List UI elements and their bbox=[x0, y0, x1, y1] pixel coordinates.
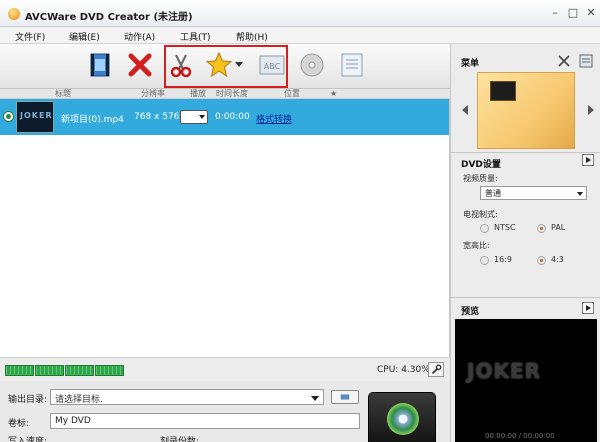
menu-header: 菜单 bbox=[461, 59, 480, 69]
video-thumbnail: JOKER bbox=[16, 101, 54, 133]
output-dir-value: 请选择目标. bbox=[55, 395, 103, 405]
preview-header: 预览 bbox=[461, 307, 480, 317]
dvd-settings-toggle[interactable] bbox=[582, 154, 594, 166]
col-star[interactable]: ★ bbox=[330, 89, 337, 99]
prev-menu-arrow[interactable] bbox=[462, 105, 468, 115]
delete-icon[interactable] bbox=[126, 51, 154, 79]
status-bar: CPU: 4.30% bbox=[0, 357, 450, 381]
capacity-segment bbox=[65, 365, 94, 376]
menu-template-preview[interactable] bbox=[477, 72, 575, 149]
file-list: JOKER 新项目(0).mp4 768 x 576 0:00:00 格式转换 bbox=[0, 99, 450, 357]
aspect-16-9-radio[interactable] bbox=[480, 256, 489, 265]
thumbnail-text: JOKER bbox=[20, 111, 53, 120]
next-menu-arrow[interactable] bbox=[588, 105, 594, 115]
ntsc-label: NTSC bbox=[494, 223, 516, 232]
burn-button[interactable] bbox=[368, 392, 436, 442]
volume-input[interactable]: My DVD bbox=[50, 413, 360, 429]
app-logo-icon bbox=[8, 8, 20, 20]
divider bbox=[451, 152, 600, 153]
preview-time: 00:00:00 / 00:00:00 bbox=[485, 432, 555, 440]
dvd-settings-header: DVD设置 bbox=[461, 160, 501, 170]
right-panel: 菜单 DVD设置 视频质量: 普通 电视制式: NTSC PAL 宽高比: 16… bbox=[450, 44, 600, 442]
pal-radio[interactable] bbox=[537, 224, 546, 233]
file-resolution: 768 x 576 bbox=[134, 112, 180, 122]
maximize-button[interactable]: □ bbox=[566, 6, 580, 20]
capacity-segment bbox=[35, 365, 64, 376]
add-video-icon[interactable] bbox=[86, 51, 114, 79]
title-bar: AVCWare DVD Creator (未注册) – □ ✕ bbox=[0, 0, 600, 27]
ntsc-radio[interactable] bbox=[480, 224, 489, 233]
output-dir-label: 输出目录: bbox=[8, 395, 48, 405]
copies-label: 刻录份数: bbox=[160, 437, 200, 442]
burn-disc-icon bbox=[387, 403, 419, 435]
file-name: 新项目(0).mp4 bbox=[61, 115, 124, 125]
divider bbox=[451, 297, 600, 298]
aspect-ratio-label: 宽高比: bbox=[463, 241, 490, 250]
table-row[interactable]: JOKER 新项目(0).mp4 768 x 576 0:00:00 格式转换 bbox=[0, 99, 449, 135]
menu-edit[interactable]: 编辑(E) bbox=[69, 30, 100, 43]
star-effect-icon[interactable] bbox=[205, 51, 233, 79]
tv-standard-label: 电视制式: bbox=[463, 210, 498, 219]
scissors-icon[interactable] bbox=[167, 51, 195, 79]
col-subtitle[interactable]: 播放 bbox=[190, 89, 206, 99]
chapter-icon[interactable] bbox=[338, 51, 366, 79]
close-button[interactable]: ✕ bbox=[584, 6, 598, 20]
video-quality-select[interactable]: 普通 bbox=[480, 186, 587, 200]
volume-label: 卷标: bbox=[8, 419, 30, 429]
column-header: 标题 分辨率 播放 时间长度 位置 ★ bbox=[0, 89, 450, 99]
convert-format-link[interactable]: 格式转换 bbox=[256, 112, 292, 125]
menu-tools-icon[interactable] bbox=[557, 54, 571, 68]
capacity-segment bbox=[5, 365, 34, 376]
menu-tools[interactable]: 工具(T) bbox=[180, 30, 211, 43]
video-quality-label: 视频质量: bbox=[463, 174, 498, 183]
aspect-4-3-label: 4:3 bbox=[551, 255, 564, 264]
menu-help[interactable]: 帮助(H) bbox=[236, 30, 268, 43]
col-position[interactable]: 位置 bbox=[284, 89, 300, 99]
menu-file[interactable]: 文件(F) bbox=[15, 30, 45, 43]
chevron-down-icon[interactable] bbox=[233, 51, 245, 79]
aspect-16-9-label: 16:9 bbox=[494, 255, 512, 264]
svg-text:ABC: ABC bbox=[264, 62, 281, 71]
write-speed-label: 写入速度: bbox=[8, 437, 48, 442]
preview-play-button[interactable] bbox=[582, 302, 594, 314]
preview-frame-text: JOKER bbox=[467, 359, 542, 383]
chevron-down-icon bbox=[577, 192, 583, 196]
pal-label: PAL bbox=[551, 223, 566, 232]
aspect-4-3-radio[interactable] bbox=[537, 256, 546, 265]
minimize-button[interactable]: – bbox=[548, 6, 562, 20]
col-title[interactable]: 标题 bbox=[55, 89, 71, 99]
chevron-down-icon bbox=[199, 115, 205, 119]
wrench-icon[interactable] bbox=[428, 362, 444, 377]
window-title: AVCWare DVD Creator (未注册) bbox=[25, 12, 193, 23]
toolbar: ABC bbox=[0, 44, 450, 89]
menu-template-icon[interactable] bbox=[579, 54, 593, 68]
preview-player[interactable]: JOKER 00:00:00 / 00:00:00 bbox=[455, 319, 597, 442]
chevron-down-icon bbox=[311, 396, 319, 401]
menu-action[interactable]: 动作(A) bbox=[124, 30, 155, 43]
output-dir-select[interactable]: 请选择目标. bbox=[50, 389, 324, 405]
browse-folder-icon[interactable] bbox=[331, 390, 359, 404]
row-checkbox[interactable] bbox=[3, 111, 14, 122]
menu-bar: 文件(F) 编辑(E) 动作(A) 工具(T) 帮助(H) bbox=[0, 27, 600, 44]
col-resolution[interactable]: 分辨率 bbox=[141, 89, 165, 99]
video-quality-value: 普通 bbox=[485, 189, 501, 198]
file-duration: 0:00:00 bbox=[215, 112, 250, 122]
volume-value: My DVD bbox=[55, 416, 91, 426]
subtitle-abc-icon[interactable]: ABC bbox=[258, 51, 286, 79]
disc-icon[interactable] bbox=[298, 51, 326, 79]
capacity-segment bbox=[95, 365, 124, 376]
cpu-usage: CPU: 4.30% bbox=[377, 365, 430, 375]
subtitle-dropdown[interactable] bbox=[180, 110, 208, 124]
tv-frame-icon bbox=[490, 81, 516, 101]
output-panel: 输出目录: 请选择目标. 卷标: My DVD 写入速度: 刻录份数: bbox=[0, 381, 450, 442]
col-duration[interactable]: 时间长度 bbox=[216, 89, 248, 99]
